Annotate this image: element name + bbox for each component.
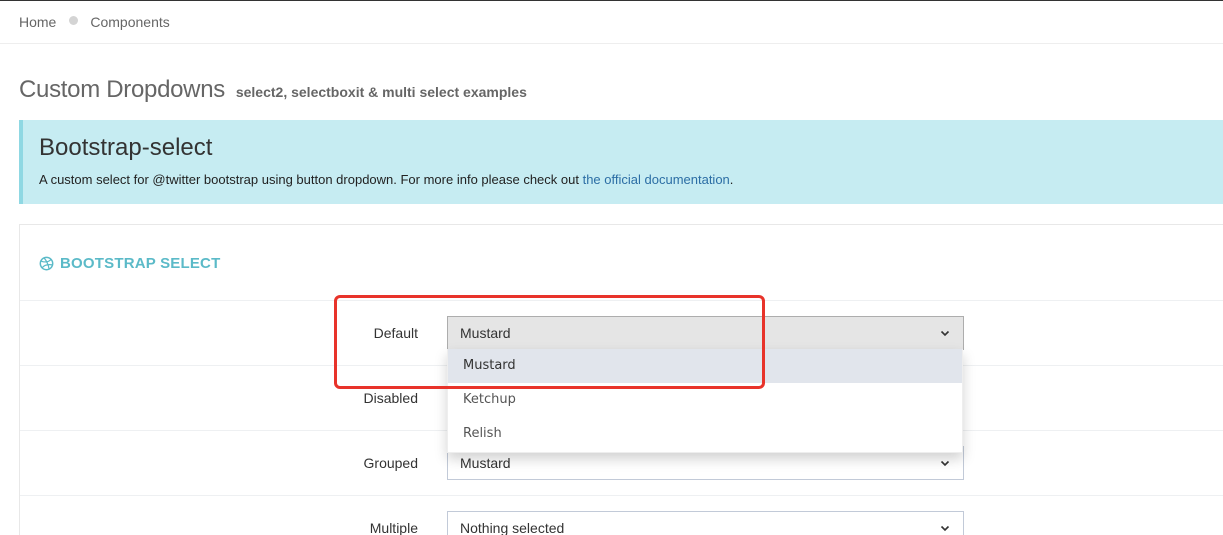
page-title-main: Custom Dropdowns: [19, 76, 225, 103]
default-label: Default: [373, 325, 418, 341]
breadcrumb-home-link[interactable]: Home: [19, 14, 56, 30]
portlet-title-text: BOOTSTRAP SELECT: [60, 255, 221, 272]
grouped-label: Grouped: [363, 455, 418, 471]
dropdown-option-mustard[interactable]: Mustard: [448, 349, 962, 383]
chevron-down-icon: [940, 460, 950, 467]
info-note: Bootstrap-select A custom select for @tw…: [19, 120, 1223, 204]
default-select-value: Mustard: [460, 325, 511, 341]
note-title: Bootstrap-select: [39, 134, 213, 161]
chevron-down-icon: [940, 525, 950, 532]
note-text-end: .: [729, 172, 734, 187]
page-subtitle: select2, selectboxit & multi select exam…: [235, 84, 527, 100]
breadcrumb-divider: [0, 43, 1223, 44]
page-title: Custom Dropdowns select2, selectboxit & …: [19, 68, 527, 105]
disabled-label: Disabled: [363, 390, 418, 406]
multiple-label: Multiple: [369, 520, 418, 535]
dropdown-option-ketchup[interactable]: Ketchup: [448, 383, 962, 417]
dropdown-option-relish[interactable]: Relish: [448, 417, 962, 451]
note-text-body: A custom select for @twitter bootstrap u…: [39, 172, 583, 187]
grouped-select-value: Mustard: [460, 455, 511, 471]
note-text: A custom select for @twitter bootstrap u…: [39, 172, 733, 187]
multiple-select-value: Nothing selected: [460, 520, 565, 535]
breadcrumb: Home Components: [19, 12, 170, 32]
dribbble-icon: [39, 256, 54, 271]
multiple-select[interactable]: Nothing selected: [447, 511, 964, 535]
official-documentation-link[interactable]: the official documentation: [583, 172, 730, 187]
form-row-multiple: Multiple Nothing selected: [20, 495, 1223, 535]
default-select-dropdown-menu: Mustard Ketchup Relish: [447, 349, 963, 453]
breadcrumb-current: Components: [90, 14, 170, 30]
top-border: [0, 0, 1223, 1]
chevron-down-icon: [940, 330, 950, 337]
portlet-title: BOOTSTRAP SELECT: [39, 255, 220, 272]
breadcrumb-separator-icon: [69, 15, 79, 25]
default-select[interactable]: Mustard: [447, 316, 964, 350]
